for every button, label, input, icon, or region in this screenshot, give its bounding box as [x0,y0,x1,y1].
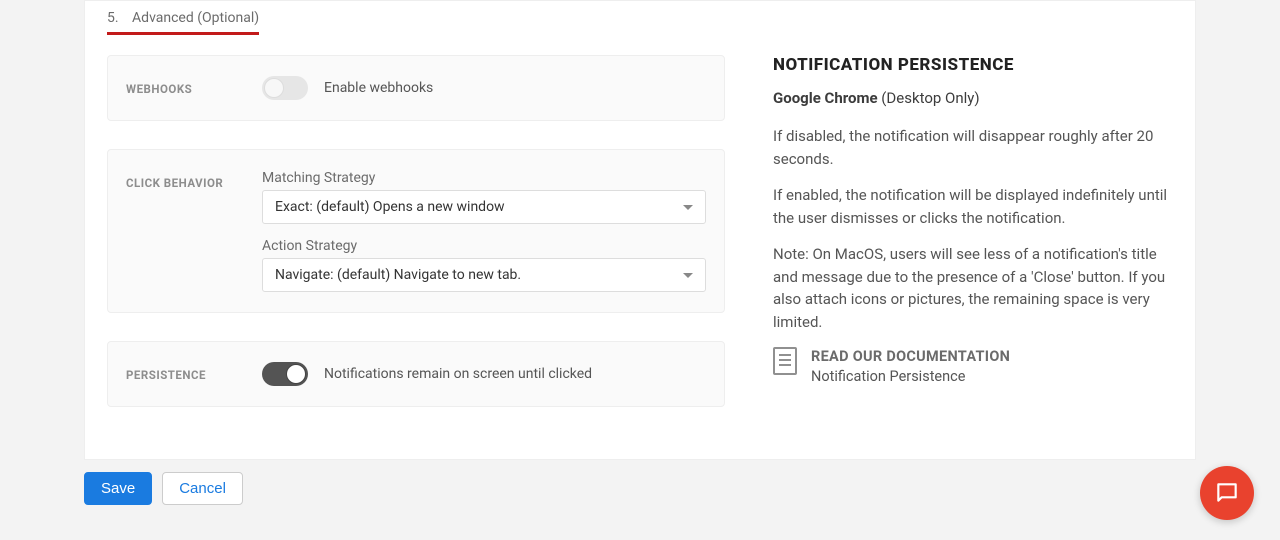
persistence-card: PERSISTENCE Notifications remain on scre… [107,341,725,407]
save-button[interactable]: Save [84,472,152,505]
documentation-title: READ OUR DOCUMENTATION [811,347,1010,367]
webhooks-section-label: WEBHOOKS [126,76,262,96]
webhooks-toggle[interactable] [262,76,308,100]
chevron-down-icon [683,205,693,210]
panel-paragraph-1: If disabled, the notification will disap… [773,125,1173,170]
chevron-down-icon [683,273,693,278]
matching-strategy-select[interactable]: Exact: (default) Opens a new window [262,190,706,224]
panel-paragraph-3: Note: On MacOS, users will see less of a… [773,243,1173,333]
webhooks-card: WEBHOOKS Enable webhooks [107,55,725,121]
action-strategy-label: Action Strategy [262,238,706,254]
panel-title: NOTIFICATION PERSISTENCE [773,55,1173,75]
persistence-toggle[interactable] [262,362,308,386]
chat-icon [1214,480,1240,506]
panel-sub-strong: Google Chrome [773,89,878,107]
action-strategy-select[interactable]: Navigate: (default) Navigate to new tab. [262,258,706,292]
toggle-knob [264,78,284,98]
content-wrap: WEBHOOKS Enable webhooks CLICK BEHAVIOR [85,35,1195,431]
tab-number: 5. [107,10,119,26]
tab-row: 5. Advanced (Optional) [85,1,1195,35]
panel-paragraph-2: If enabled, the notification will be dis… [773,184,1173,229]
tab-label: Advanced (Optional) [132,10,259,26]
toggle-knob [286,364,306,384]
click-behavior-card: CLICK BEHAVIOR Matching Strategy Exact: … [107,149,725,313]
action-strategy-value: Navigate: (default) Navigate to new tab. [275,267,521,283]
documentation-text: READ OUR DOCUMENTATION Notification Pers… [811,347,1010,386]
info-panel: NOTIFICATION PERSISTENCE Google Chrome (… [773,55,1173,407]
panel-subtitle: Google Chrome (Desktop Only) [773,89,1173,107]
click-behavior-section-label: CLICK BEHAVIOR [126,170,262,190]
webhooks-toggle-label: Enable webhooks [324,80,433,96]
persistence-toggle-label: Notifications remain on screen until cli… [324,366,592,382]
matching-strategy-label: Matching Strategy [262,170,706,186]
panel-sub-rest: (Desktop Only) [878,89,980,107]
document-icon [773,347,797,375]
action-button-row: Save Cancel [0,472,1280,505]
documentation-link-row[interactable]: READ OUR DOCUMENTATION Notification Pers… [773,347,1173,386]
main-panel: Wendy 5. Advanced (Optional) WEBHOOKS En… [84,0,1196,460]
left-column: WEBHOOKS Enable webhooks CLICK BEHAVIOR [107,55,725,407]
tab-advanced[interactable]: 5. Advanced (Optional) [107,10,259,35]
documentation-subtitle: Notification Persistence [811,367,1010,387]
persistence-section-label: PERSISTENCE [126,362,262,382]
cancel-button[interactable]: Cancel [162,472,243,505]
chat-fab[interactable] [1200,466,1254,520]
matching-strategy-value: Exact: (default) Opens a new window [275,199,505,215]
